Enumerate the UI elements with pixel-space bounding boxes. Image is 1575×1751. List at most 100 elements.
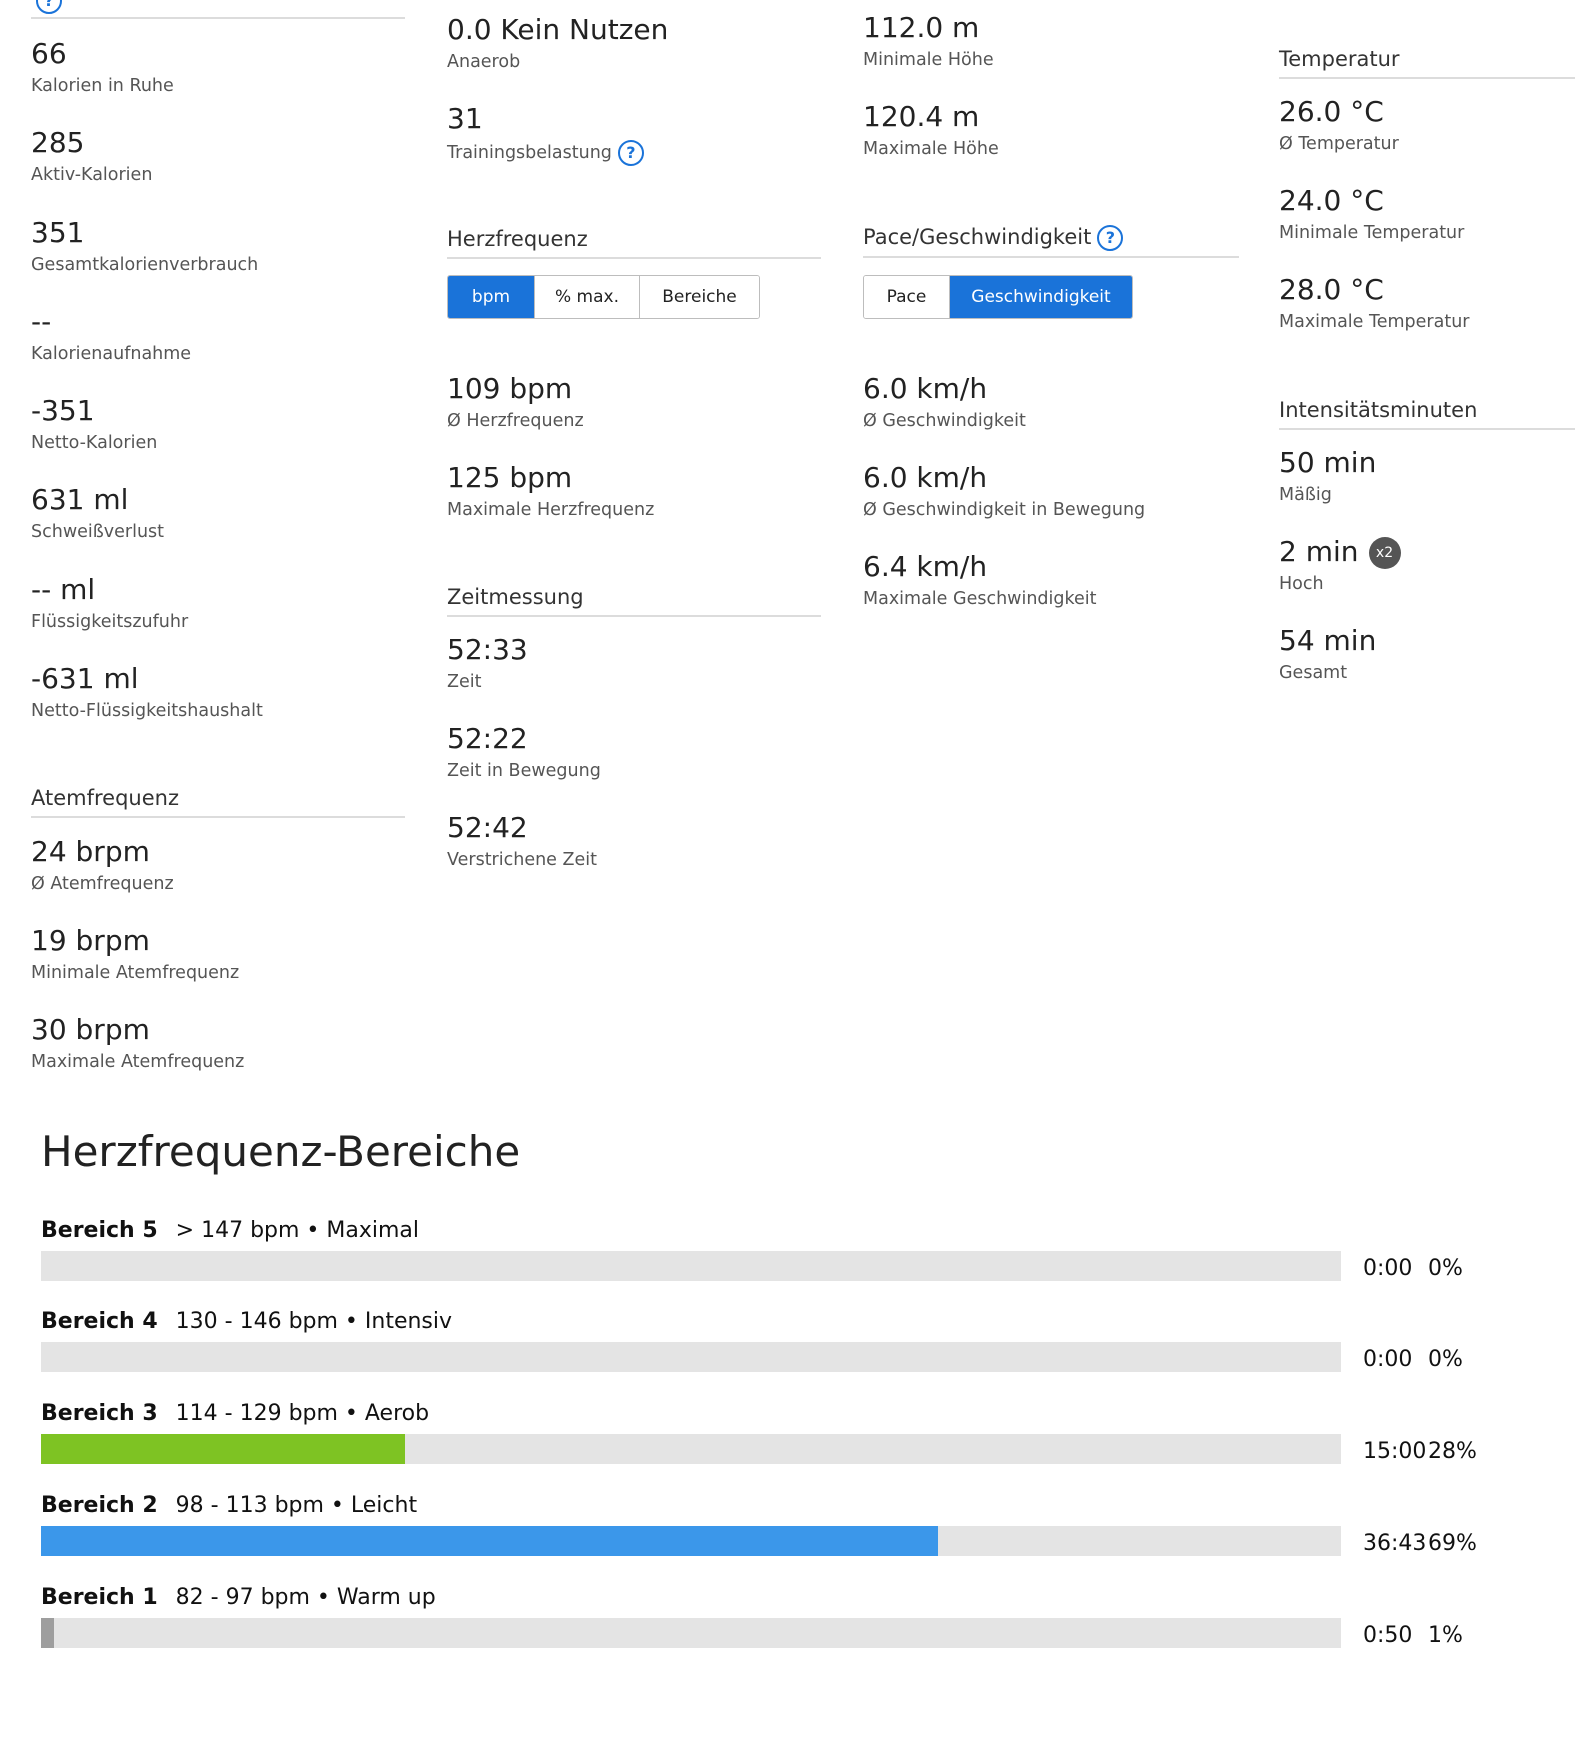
min-breathing-stat: 19 brpm Minimale Atemfrequenz [31, 924, 405, 984]
elapsed-time-stat: 52:42 Verstrichene Zeit [447, 811, 821, 871]
stat-value: 24 brpm [31, 835, 150, 868]
avg-breathing-stat: 24 brpm Ø Atemfrequenz [31, 835, 405, 895]
avg-heart-rate-stat: 109 bpm Ø Herzfrequenz [447, 372, 821, 432]
stat-value: 24.0 °C [1279, 184, 1384, 217]
stat-value: 52:42 [447, 811, 528, 844]
zone-row: Bereich 2 98 - 113 bpm • Leicht 36:43 69% [41, 1492, 1491, 1572]
timing-section-title: Zeitmessung [447, 584, 821, 617]
stat-value: 19 brpm [31, 924, 150, 957]
stat-label: Flüssigkeitszufuhr [31, 612, 189, 632]
zone-bar-track [41, 1434, 1341, 1464]
stat-label: Verstrichene Zeit [447, 850, 597, 870]
time-stat: 52:33 Zeit [447, 633, 821, 693]
zone-name: Bereich 2 [41, 1493, 158, 1518]
zone-row: Bereich 4 130 - 146 bpm • Intensiv 0:00 0… [41, 1308, 1491, 1388]
help-icon[interactable]: ? [36, 0, 62, 14]
stat-label: Netto-Kalorien [31, 433, 158, 453]
zone-time: 15:00 [1363, 1439, 1427, 1464]
stat-label: Netto-Flüssigkeitshaushalt [31, 701, 263, 721]
zone-bar-fill [41, 1434, 405, 1464]
percent-max-button[interactable]: % max. [535, 276, 640, 318]
min-elevation-stat: 112.0 m Minimale Höhe [863, 11, 1239, 71]
zone-range: 98 - 113 bpm • Leicht [175, 1493, 418, 1518]
pace-speed-toggle: Pace Geschwindigkeit [863, 275, 1133, 319]
stat-value: 30 brpm [31, 1013, 150, 1046]
zone-label: Bereich 3 114 - 129 bpm • Aerob [41, 1400, 429, 1428]
bpm-button[interactable]: bpm [448, 276, 535, 318]
zone-bar-track [41, 1251, 1341, 1281]
stat-label: Maximale Höhe [863, 139, 999, 159]
zone-time: 0:00 [1363, 1347, 1413, 1372]
stat-value: 6.0 km/h [863, 372, 988, 405]
zone-label: Bereich 4 130 - 146 bpm • Intensiv [41, 1308, 452, 1336]
zone-time: 36:43 [1363, 1531, 1427, 1556]
total-calories-stat: 351 Gesamtkalorienverbrauch [31, 216, 405, 276]
min-temperature-stat: 24.0 °C Minimale Temperatur [1279, 184, 1575, 244]
stat-label: Gesamt [1279, 663, 1348, 683]
stat-value: 66 [31, 37, 67, 70]
zone-label: Bereich 1 82 - 97 bpm • Warm up [41, 1584, 436, 1612]
help-icon[interactable]: ? [1097, 225, 1124, 251]
stat-value: 120.4 m [863, 100, 980, 133]
stat-value: 285 [31, 126, 85, 159]
stat-label-row: Trainingsbelastung? [447, 140, 821, 166]
stat-label: Ø Geschwindigkeit [863, 411, 1026, 431]
zone-row: Bereich 5 > 147 bpm • Maximal 0:00 0% [41, 1217, 1491, 1297]
speed-button[interactable]: Geschwindigkeit [950, 276, 1132, 318]
zone-percent: 0% [1428, 1256, 1463, 1281]
stat-value: 2 min [1279, 535, 1359, 568]
stat-label: Ø Atemfrequenz [31, 874, 174, 894]
zone-bar-fill [41, 1526, 938, 1556]
stat-value: 26.0 °C [1279, 95, 1384, 128]
zone-name: Bereich 3 [41, 1401, 158, 1426]
net-fluid-stat: -631 ml Netto-Flüssigkeitshaushalt [31, 662, 405, 722]
sweat-loss-stat: 631 ml Schweißverlust [31, 483, 405, 543]
help-icon[interactable]: ? [617, 140, 644, 166]
temperature-section-title: Temperatur [1279, 46, 1575, 79]
stat-value: 6.4 km/h [863, 550, 988, 583]
zones-button[interactable]: Bereiche [640, 276, 759, 318]
stat-value: 28.0 °C [1279, 273, 1384, 306]
stat-value: 52:33 [447, 633, 528, 666]
fluid-intake-stat: -- ml Flüssigkeitszufuhr [31, 573, 405, 633]
zone-name: Bereich 1 [41, 1585, 158, 1610]
training-load-stat: 31 Trainingsbelastung? [447, 102, 821, 166]
pace-button[interactable]: Pace [864, 276, 950, 318]
stat-label: Ø Herzfrequenz [447, 411, 584, 431]
max-speed-stat: 6.4 km/h Maximale Geschwindigkeit [863, 550, 1239, 610]
breathing-section-title: Atemfrequenz [31, 785, 405, 818]
stat-value: 125 bpm [447, 461, 573, 494]
stat-label: Ø Geschwindigkeit in Bewegung [863, 500, 1146, 520]
zone-time: 0:00 [1363, 1256, 1413, 1281]
section-divider [31, 17, 405, 19]
stat-label: Aktiv-Kalorien [31, 165, 153, 185]
stat-label: Maximale Temperatur [1279, 312, 1470, 332]
zone-bar-track [41, 1342, 1341, 1372]
stat-label: Trainingsbelastung [447, 143, 612, 163]
zone-bar-track [41, 1526, 1341, 1556]
stat-value: 351 [31, 216, 85, 249]
zone-range: 82 - 97 bpm • Warm up [175, 1585, 436, 1610]
active-calories-stat: 285 Aktiv-Kalorien [31, 126, 405, 186]
stat-label: Anaerob [447, 52, 521, 72]
stat-value: 0.0 Kein Nutzen [447, 13, 669, 46]
zone-percent: 69% [1428, 1531, 1477, 1556]
intensity-section-title: Intensitätsminuten [1279, 397, 1575, 430]
stat-value: -- ml [31, 573, 96, 606]
stat-label: Maximale Herzfrequenz [447, 500, 655, 520]
stat-value: 52:22 [447, 722, 528, 755]
anaerobic-effect-stat: 0.0 Kein Nutzen Anaerob [447, 13, 821, 73]
stat-label: Hoch [1279, 574, 1324, 594]
net-calories-stat: -351 Netto-Kalorien [31, 394, 405, 454]
zone-bar-track [41, 1618, 1341, 1648]
multiplier-badge: x2 [1368, 537, 1401, 569]
zone-name: Bereich 5 [41, 1218, 158, 1243]
heart-rate-zones-title: Herzfrequenz-Bereiche [41, 1127, 521, 1176]
zone-label: Bereich 5 > 147 bpm • Maximal [41, 1217, 419, 1245]
stat-value-row: 2 min x2 [1279, 535, 1575, 569]
avg-speed-stat: 6.0 km/h Ø Geschwindigkeit [863, 372, 1239, 432]
stat-label: Ø Temperatur [1279, 134, 1399, 154]
stat-value: -351 [31, 394, 95, 427]
total-intensity-stat: 54 min Gesamt [1279, 624, 1575, 684]
stat-value: 50 min [1279, 446, 1377, 479]
